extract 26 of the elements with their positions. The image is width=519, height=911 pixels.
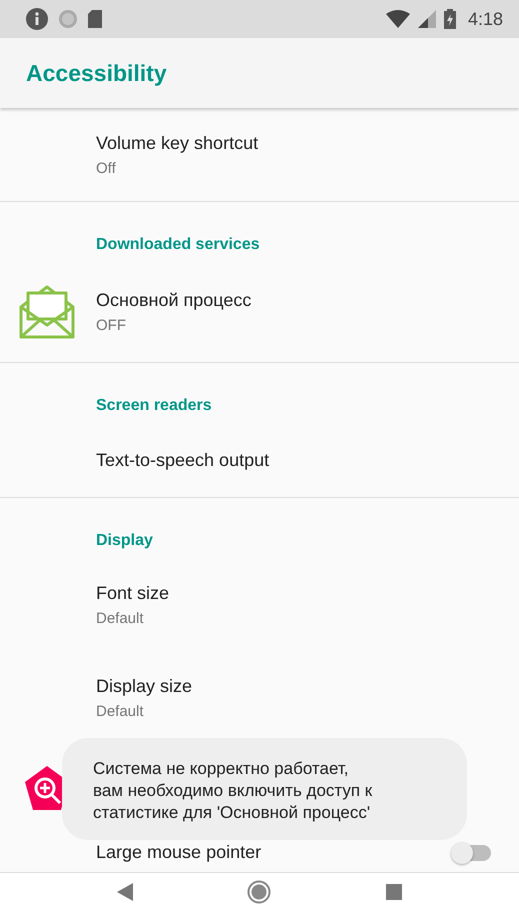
setting-summary: Default: [96, 610, 145, 626]
battery-icon: [444, 9, 456, 29]
recents-icon[interactable]: [386, 884, 402, 900]
info-icon: [26, 8, 48, 30]
back-icon[interactable]: [117, 883, 134, 901]
setting-title[interactable]: Large mouse pointer: [96, 842, 262, 863]
toast-message: Система не корректно работает, вам необходимо включить доступ к статистике для 'Основной процесс': [62, 738, 467, 840]
circle-icon: [58, 9, 78, 29]
sd-card-icon: [88, 10, 102, 28]
wifi-icon: [386, 10, 410, 28]
setting-title[interactable]: Font size: [96, 582, 170, 604]
category-header: Display: [95, 531, 154, 551]
category-header: Downloaded services: [95, 235, 261, 255]
setting-title[interactable]: Text-to-speech output: [96, 450, 270, 470]
setting-summary: OFF: [96, 317, 127, 334]
category-header: Screen readers: [95, 396, 213, 416]
setting-title[interactable]: Volume key shortcut: [96, 132, 258, 154]
status-time: 4:18: [468, 8, 503, 30]
home-icon[interactable]: [247, 880, 272, 904]
setting-title[interactable]: Display size: [96, 676, 192, 696]
setting-summary: Off: [96, 160, 117, 176]
setting-title[interactable]: Основной процесс: [96, 290, 252, 311]
envelope-icon: [18, 283, 76, 341]
setting-summary: Default: [96, 702, 145, 720]
page-title: Accessibility: [26, 60, 167, 86]
signal-icon: [418, 10, 436, 28]
